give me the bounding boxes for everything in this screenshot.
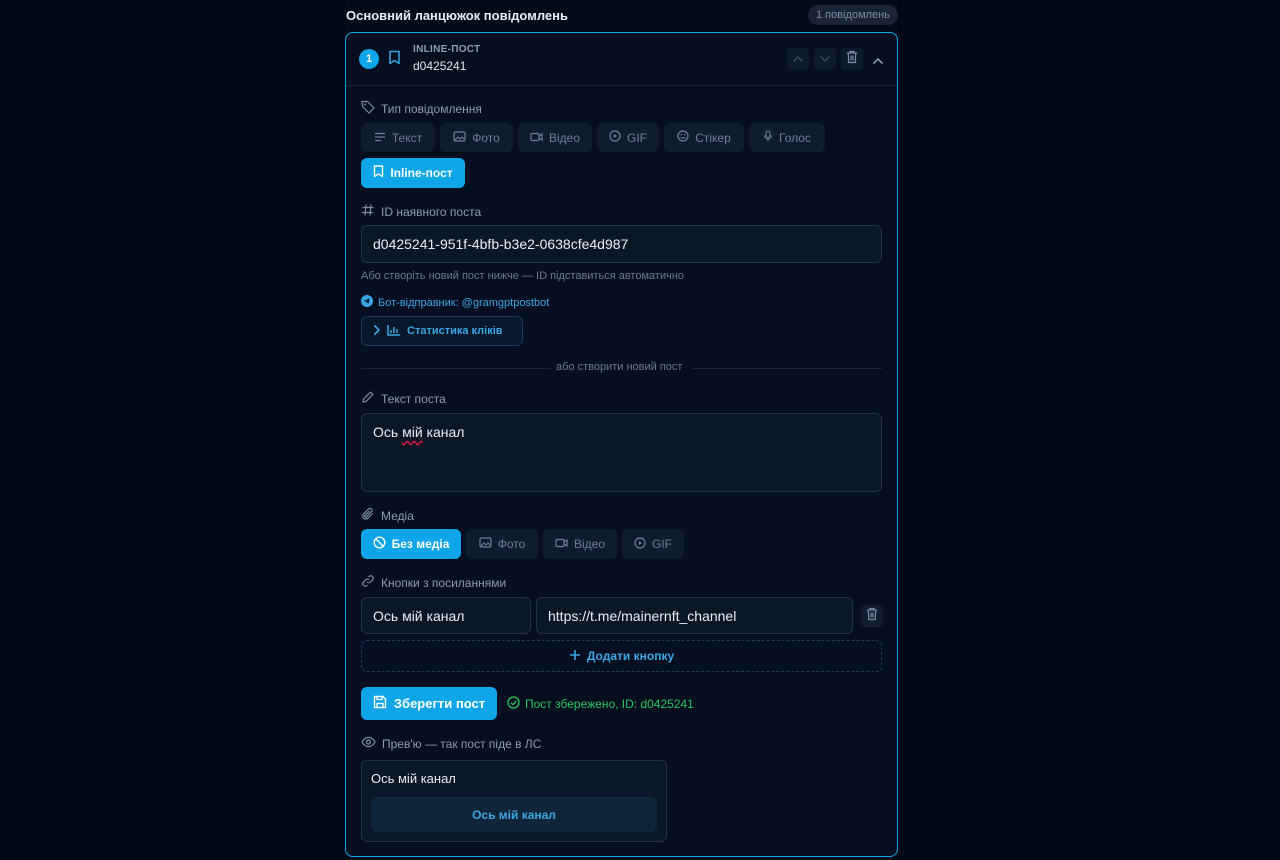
link-buttons-label: Кнопки з посиланнями: [361, 574, 506, 591]
image-icon: [453, 130, 466, 145]
message-kind-label: INLINE-ПОСТ: [413, 44, 481, 55]
trash-icon: [846, 50, 858, 69]
type-text-button[interactable]: Текст: [361, 123, 435, 152]
save-icon: [373, 695, 387, 712]
chain-title: Основний ланцюжок повідомлень: [346, 8, 568, 23]
move-up-button[interactable]: [787, 48, 809, 70]
message-index-badge: 1: [359, 49, 379, 69]
trash-icon: [866, 607, 878, 626]
paperclip-icon: [361, 507, 375, 524]
type-voice-button[interactable]: Голос: [749, 123, 825, 152]
type-photo-button[interactable]: Фото: [440, 123, 513, 152]
remove-link-button[interactable]: [861, 605, 883, 627]
collapse-button[interactable]: [872, 52, 884, 70]
add-link-button[interactable]: Додати кнопку: [361, 640, 882, 672]
bar-chart-icon: [387, 324, 401, 339]
post-id-hint: Або створіть новий пост нижче — ID підст…: [361, 270, 685, 282]
type-gif-button[interactable]: GIF: [597, 123, 659, 152]
message-card: 1 INLINE-ПОСТ d0425241 Тип повідомлення …: [345, 32, 898, 857]
plus-icon: [569, 649, 581, 664]
pencil-icon: [361, 390, 375, 407]
save-post-button[interactable]: Зберегти пост: [361, 687, 497, 720]
smile-icon: [677, 130, 689, 145]
divider-line-left: [361, 368, 551, 369]
link-button-url-input[interactable]: https://t.me/mainernft_channel: [536, 597, 853, 634]
bookmark-icon: [373, 165, 384, 181]
media-photo-button[interactable]: Фото: [466, 529, 538, 559]
type-sticker-button[interactable]: Стікер: [664, 123, 744, 152]
post-text-label: Текст поста: [361, 390, 446, 407]
link-icon: [361, 574, 375, 591]
save-status: Пост збережено, ID: d0425241: [507, 696, 694, 712]
check-circle-icon: [507, 696, 520, 712]
eye-icon: [361, 736, 376, 751]
move-down-button[interactable]: [814, 48, 836, 70]
delete-message-button[interactable]: [841, 48, 863, 70]
tag-icon: [361, 100, 375, 117]
play-circle-icon: [609, 130, 621, 145]
media-gif-button[interactable]: GIF: [622, 529, 684, 559]
post-id-label: ID наявного поста: [361, 203, 481, 220]
link-button-text-input[interactable]: Ось мій канал: [361, 597, 531, 634]
message-card-header[interactable]: 1 INLINE-ПОСТ d0425241: [346, 33, 897, 86]
divider-line-right: [692, 368, 882, 369]
message-subtitle: d0425241: [413, 59, 467, 73]
chevron-down-icon: [819, 50, 831, 68]
chevron-up-icon: [792, 50, 804, 68]
chevron-up-icon: [872, 52, 884, 69]
bot-sender-link[interactable]: Бот-відправник: @gramgptpostbot: [361, 295, 549, 310]
preview-link-button[interactable]: Ось мій канал: [371, 797, 657, 832]
post-text-area[interactable]: Ось мій канал: [361, 413, 882, 492]
ban-icon: [373, 536, 386, 552]
message-count-badge: 1 повідомлень: [808, 5, 898, 25]
preview-text: Ось мій канал: [371, 771, 456, 786]
message-type-label: Тип повідомлення: [361, 100, 482, 117]
image-icon: [479, 537, 492, 551]
hash-icon: [361, 203, 375, 220]
video-icon: [555, 537, 568, 551]
media-video-button[interactable]: Відео: [543, 529, 617, 559]
play-circle-icon: [634, 536, 646, 552]
preview-label: Прев'ю — так пост піде в ЛС: [361, 736, 541, 751]
text-icon: [374, 131, 386, 145]
video-icon: [530, 131, 543, 145]
mic-icon: [763, 130, 773, 145]
post-id-input[interactable]: d0425241-951f-4bfb-b3e2-0638cfe4d987: [361, 225, 882, 263]
telegram-icon: [361, 295, 373, 310]
media-label: Медіа: [361, 507, 414, 524]
post-preview: Ось мій канал Ось мій канал: [361, 760, 667, 842]
bookmark-icon: [388, 50, 401, 70]
divider-text: або створити новий пост: [556, 361, 683, 373]
media-none-button[interactable]: Без медіа: [361, 529, 461, 559]
type-video-button[interactable]: Відео: [518, 123, 592, 152]
type-inline-post-button[interactable]: Inline-пост: [361, 158, 465, 188]
chevron-right-icon: [373, 324, 381, 339]
click-stats-button[interactable]: Статистика кліків: [361, 316, 523, 346]
